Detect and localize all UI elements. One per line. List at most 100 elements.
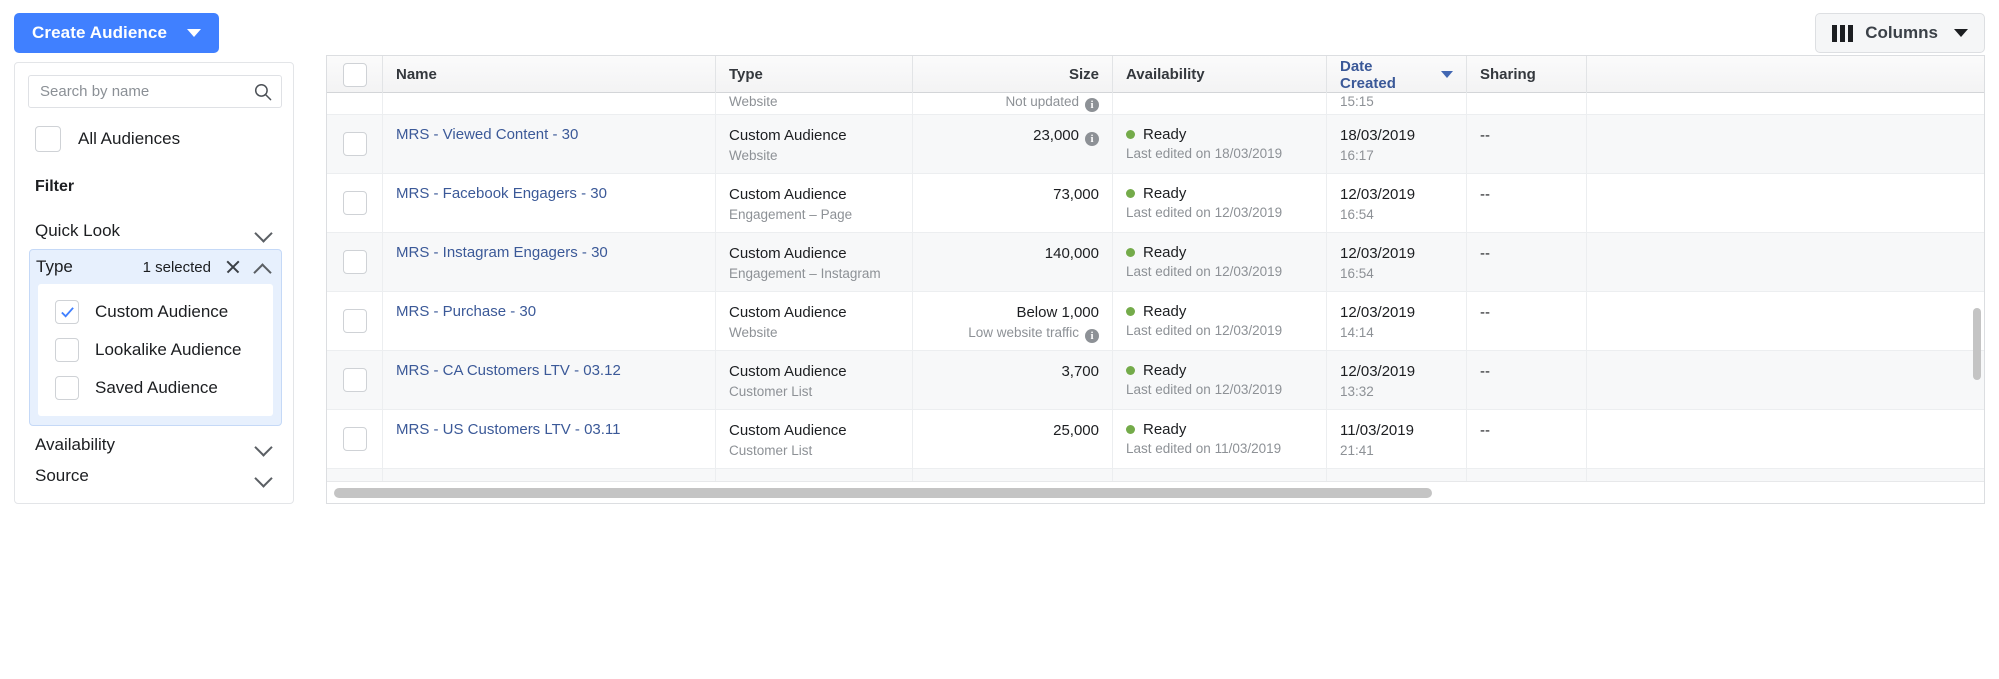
type-option-saved-audience[interactable]: Saved Audience (38, 369, 273, 407)
saved-audience-checkbox[interactable] (55, 376, 79, 400)
row-availability: Ready (1143, 303, 1187, 320)
search-icon[interactable] (254, 83, 272, 101)
row-availability-sub: Last edited on 12/03/2019 (1126, 382, 1283, 397)
all-audiences-checkbox[interactable] (35, 126, 61, 152)
close-icon[interactable] (225, 259, 241, 275)
row-name-cell[interactable]: MRS - US Customers LTV - 03.11 (383, 410, 716, 468)
row-date-cell: 12/03/2019 16:54 (1327, 174, 1467, 232)
row-availability-cell: Ready Last edited on 18/03/2019 (1113, 115, 1327, 173)
columns-button[interactable]: Columns (1815, 13, 1985, 53)
column-header-availability[interactable]: Availability (1113, 56, 1327, 93)
create-audience-button[interactable]: Create Audience (14, 13, 220, 53)
row-name-cell[interactable]: MRS - Facebook Engagers - 30 (383, 174, 716, 232)
row-type-sub: Website (729, 148, 778, 163)
audience-name-link[interactable]: MRS - Instagram Engagers - 30 (396, 244, 702, 261)
create-audience-label: Create Audience (32, 23, 168, 42)
row-sharing-cell: -- (1467, 233, 1587, 291)
row-checkbox[interactable] (342, 132, 367, 156)
row-name-cell[interactable]: MRS - Instagram Engagers - 30 (383, 233, 716, 291)
search-input[interactable] (29, 76, 239, 107)
vertical-scrollbar-thumb[interactable] (1973, 308, 1981, 380)
table-row[interactable]: MRS - Viewed Content - 30 Custom Audienc… (327, 115, 1984, 174)
row-time: 16:54 (1340, 266, 1374, 281)
row-checkbox-cell[interactable] (327, 351, 383, 409)
search-field[interactable] (28, 75, 282, 108)
sort-descending-icon[interactable] (1441, 71, 1453, 78)
info-icon[interactable]: i (1085, 132, 1099, 146)
quick-look-section[interactable]: Quick Look (29, 213, 282, 249)
row-size-cell: Below 1,000 Low website traffic i (913, 292, 1113, 350)
table-row[interactable]: Website Not updated i 15:15 (327, 93, 1984, 115)
audience-name-link[interactable]: MRS - Facebook Engagers - 30 (396, 185, 702, 202)
row-availability-cell: Ready Last edited on 12/03/2019 (1113, 292, 1327, 350)
row-name-cell[interactable]: MRS - CA Customers LTV - 03.12 (383, 351, 716, 409)
row-time: 16:54 (1340, 207, 1374, 222)
row-type-sub: Website (729, 325, 778, 340)
row-checkbox[interactable] (342, 250, 367, 274)
row-type: Custom Audience (729, 304, 847, 321)
row-size: 3,700 (1061, 363, 1099, 380)
row-checkbox-cell[interactable] (327, 174, 383, 232)
select-all-checkbox[interactable] (342, 62, 367, 87)
custom-audience-checkbox[interactable] (55, 300, 79, 324)
audience-name-link[interactable]: MRS - CA Customers LTV - 03.12 (396, 362, 702, 379)
row-size: 73,000 (1053, 186, 1099, 203)
row-date-cell: 12/03/2019 14:14 (1327, 292, 1467, 350)
audience-name-link[interactable]: MRS - Viewed Content - 30 (396, 126, 702, 143)
type-filter: Type 1 selected Custom Audience Lookalik… (29, 249, 282, 426)
row-checkbox[interactable] (342, 427, 367, 451)
select-all-header[interactable] (327, 56, 383, 93)
row-checkbox-cell[interactable] (327, 292, 383, 350)
row-checkbox[interactable] (342, 191, 367, 215)
audience-name-link[interactable]: MRS - Purchase - 30 (396, 303, 702, 320)
row-name-cell[interactable] (383, 93, 716, 114)
chevron-down-icon[interactable] (254, 440, 272, 450)
column-header-date-created[interactable]: Date Created (1327, 56, 1467, 93)
row-checkbox-cell[interactable] (327, 410, 383, 468)
row-type: Custom Audience (729, 245, 847, 262)
sidebar-section-source[interactable]: Source (29, 458, 282, 494)
type-option-label: Custom Audience (95, 302, 229, 321)
row-sharing: -- (1480, 304, 1490, 321)
chevron-down-icon[interactable] (254, 471, 272, 481)
row-checkbox-cell[interactable] (327, 93, 383, 114)
table-row[interactable]: MRS - CA Customers LTV - 03.12 Custom Au… (327, 351, 1984, 410)
row-date-cell: 15:15 (1327, 93, 1467, 114)
type-option-custom-audience[interactable]: Custom Audience (38, 293, 273, 331)
row-checkbox[interactable] (342, 309, 367, 333)
type-filter-header[interactable]: Type 1 selected (30, 250, 281, 284)
row-date: 12/03/2019 (1340, 186, 1416, 203)
column-header-size[interactable]: Size (913, 56, 1113, 93)
audience-name-link[interactable]: MRS - US Customers LTV - 03.11 (396, 421, 702, 438)
row-sharing: -- (1480, 127, 1490, 144)
info-icon[interactable]: i (1085, 98, 1099, 112)
row-size-cell: 25,000 (913, 410, 1113, 468)
column-header-type[interactable]: Type (716, 56, 913, 93)
column-header-sharing[interactable]: Sharing (1467, 56, 1587, 93)
row-availability-sub: Last edited on 12/03/2019 (1126, 205, 1283, 220)
column-header-name[interactable]: Name (383, 56, 716, 93)
row-availability-cell (1113, 93, 1327, 114)
chevron-up-icon[interactable] (253, 262, 271, 272)
table-row[interactable]: MRS - Facebook Engagers - 30 Custom Audi… (327, 174, 1984, 233)
row-size-cell: 3,700 (913, 351, 1113, 409)
row-availability-sub: Last edited on 12/03/2019 (1126, 323, 1283, 338)
row-availability: Ready (1143, 244, 1187, 261)
row-checkbox-cell[interactable] (327, 233, 383, 291)
row-name-cell[interactable]: MRS - Purchase - 30 (383, 292, 716, 350)
info-icon[interactable]: i (1085, 329, 1099, 343)
all-audiences-checkbox-row[interactable]: All Audiences (35, 126, 180, 152)
row-name-cell[interactable]: MRS - Viewed Content - 30 (383, 115, 716, 173)
table-row[interactable]: MRS - Instagram Engagers - 30 Custom Aud… (327, 233, 1984, 292)
chevron-down-icon[interactable] (254, 226, 272, 236)
horizontal-scrollbar-thumb[interactable] (334, 488, 1432, 498)
row-type-cell: Custom Audience Website (716, 115, 913, 173)
table-row[interactable]: MRS - US Customers LTV - 03.11 Custom Au… (327, 410, 1984, 469)
table-row[interactable]: MRS - Purchase - 30 Custom Audience Webs… (327, 292, 1984, 351)
type-option-lookalike-audience[interactable]: Lookalike Audience (38, 331, 273, 369)
lookalike-audience-checkbox[interactable] (55, 338, 79, 362)
row-checkbox-cell[interactable] (327, 115, 383, 173)
horizontal-scrollbar[interactable] (327, 481, 1984, 503)
audiences-page: Create Audience Columns Search by name A… (0, 0, 1999, 679)
row-checkbox[interactable] (342, 368, 367, 392)
